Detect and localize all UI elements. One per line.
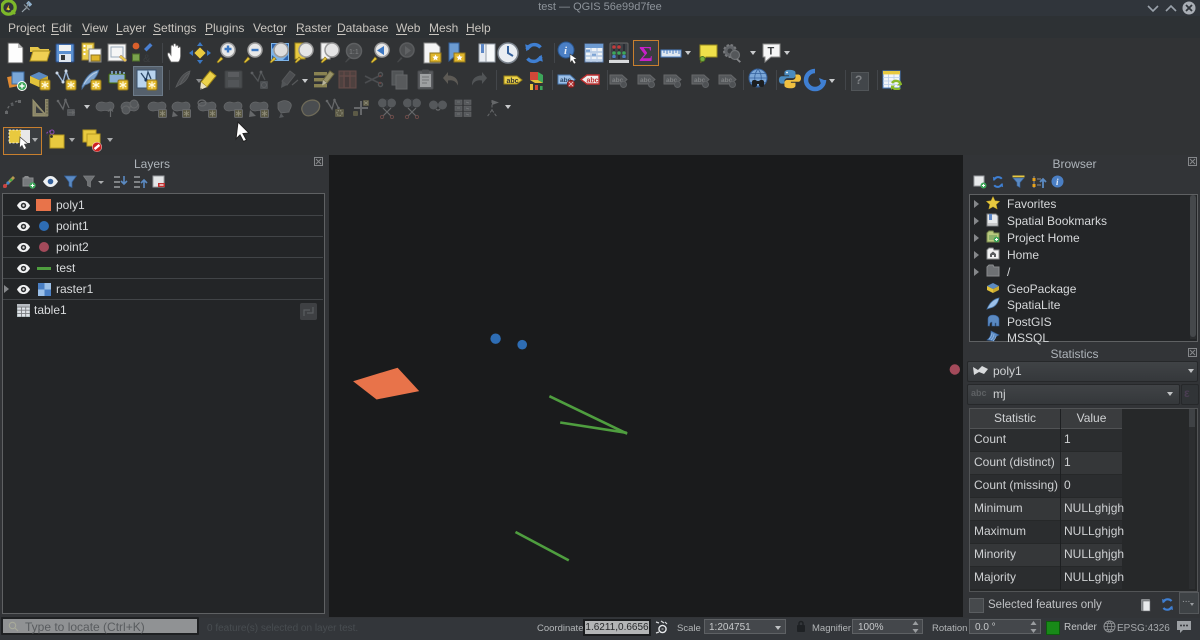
svg-text:abc: abc <box>507 78 519 85</box>
svg-text:&: & <box>143 53 151 65</box>
svg-text:abc: abc <box>587 78 599 85</box>
svg-text:Σ: Σ <box>639 42 653 65</box>
svg-text:1:1: 1:1 <box>349 49 359 56</box>
svg-text:T: T <box>768 46 775 58</box>
